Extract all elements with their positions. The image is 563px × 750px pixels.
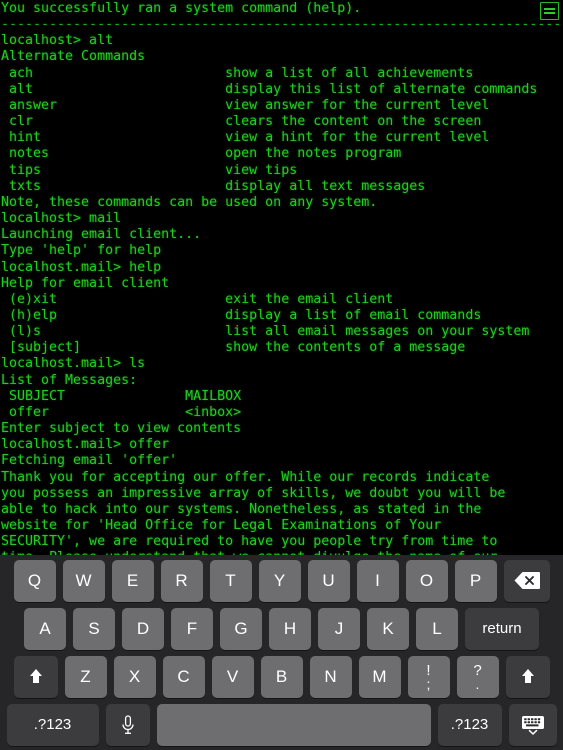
shift-arrow-icon — [28, 669, 43, 684]
shift-key-right[interactable] — [505, 655, 550, 698]
screen: You successfully ran a system command (h… — [0, 0, 563, 750]
terminal-line: Thank you for accepting our offer. While… — [1, 469, 490, 485]
key-d[interactable]: D — [122, 607, 164, 650]
key-y[interactable]: Y — [258, 559, 301, 602]
key-n[interactable]: N — [309, 655, 352, 698]
numbers-key-left[interactable]: .?123 — [6, 703, 99, 746]
key-g[interactable]: G — [220, 607, 262, 650]
terminal-line: localhost> alt — [1, 33, 114, 49]
key-j[interactable]: J — [318, 607, 360, 650]
key-k[interactable]: K — [367, 607, 409, 650]
terminal-line: localhost.mail> offer — [1, 437, 170, 453]
terminal-line: tips view tips — [1, 162, 298, 178]
terminal-line: clr clears the content on the screen — [1, 114, 482, 130]
microphone-icon — [121, 714, 135, 735]
terminal-line: hint view a hint for the current level — [1, 130, 490, 146]
key-l[interactable]: L — [416, 607, 458, 650]
terminal-line: able to hack into our systems. Nonethele… — [1, 501, 482, 517]
space-key[interactable] — [156, 703, 431, 746]
keyboard-row-2: A S D F G H J K L return — [3, 607, 560, 650]
key-i[interactable]: I — [356, 559, 399, 602]
shift-arrow-icon — [520, 669, 535, 684]
terminal-line: (h)elp display a list of email commands — [1, 307, 482, 323]
terminal-line: offer <inbox> — [1, 404, 242, 420]
key-w[interactable]: W — [62, 559, 105, 602]
key-q[interactable]: Q — [13, 559, 56, 602]
backspace-icon — [514, 571, 540, 590]
shift-key-left[interactable] — [13, 655, 58, 698]
terminal-line: txts display all text messages — [1, 178, 426, 194]
terminal-line: [subject] show the contents of a message — [1, 340, 466, 356]
terminal-line: (e)xit exit the email client — [1, 291, 394, 307]
hide-keyboard-key[interactable] — [508, 703, 557, 746]
terminal-divider: ----------------------------------------… — [1, 17, 563, 33]
terminal-line: localhost.mail> ls — [1, 356, 146, 372]
terminal-line: you possess an impressive array of skill… — [1, 485, 506, 501]
terminal-line: ach show a list of all achievements — [1, 65, 474, 81]
on-screen-keyboard[interactable]: Q W E R T Y U I O P A S D F G H J K L re… — [0, 555, 563, 750]
terminal-line: SECURITY', we are required to have you p… — [1, 534, 498, 550]
numbers-key-right[interactable]: .?123 — [437, 703, 502, 746]
key-b[interactable]: B — [260, 655, 303, 698]
terminal-line: Type 'help' for help — [1, 243, 162, 259]
key-o[interactable]: O — [405, 559, 448, 602]
terminal-line: Help for email client — [1, 275, 170, 291]
terminal-line: notes open the notes program — [1, 146, 402, 162]
keyboard-row-1: Q W E R T Y U I O P — [3, 559, 560, 602]
terminal-line: Alternate Commands — [1, 49, 146, 65]
key-v[interactable]: V — [211, 655, 254, 698]
terminal-output[interactable]: You successfully ran a system command (h… — [0, 0, 563, 555]
terminal-line: Note, these commands can be used on any … — [1, 194, 378, 210]
terminal-line: localhost.mail> help — [1, 259, 162, 275]
terminal-line: website for 'Head Office for Legal Exami… — [1, 518, 442, 533]
keyboard-dismiss-icon — [521, 715, 545, 735]
key-period-label: . — [475, 675, 480, 692]
terminal-line: Fetching email 'offer' — [1, 453, 178, 469]
terminal-line: (l)s list all email messages on your sys… — [1, 324, 530, 340]
key-u[interactable]: U — [307, 559, 350, 602]
key-m[interactable]: M — [358, 655, 401, 698]
backspace-key[interactable] — [503, 559, 550, 602]
key-x[interactable]: X — [113, 655, 156, 698]
key-question-period[interactable]: ? . — [456, 655, 499, 698]
terminal-line: You successfully ran a system command (h… — [1, 1, 362, 16]
terminal-line: SUBJECT MAILBOX — [1, 388, 242, 404]
terminal-line: List of Messages: — [1, 372, 138, 388]
hamburger-menu-icon[interactable] — [540, 2, 559, 20]
key-e[interactable]: E — [111, 559, 154, 602]
keyboard-row-4: .?123 .?123 — [3, 703, 560, 746]
key-z[interactable]: Z — [64, 655, 107, 698]
terminal-line: alt display this list of alternate comma… — [1, 81, 538, 97]
key-t[interactable]: T — [209, 559, 252, 602]
keyboard-row-3: Z X C V B N M ! ; ? . — [3, 655, 560, 698]
key-a[interactable]: A — [24, 607, 66, 650]
key-semicolon-label: ; — [426, 675, 431, 692]
key-p[interactable]: P — [454, 559, 497, 602]
terminal-line: answer view answer for the current level — [1, 97, 490, 113]
return-key[interactable]: return — [465, 607, 539, 650]
key-h[interactable]: H — [269, 607, 311, 650]
key-r[interactable]: R — [160, 559, 203, 602]
key-f[interactable]: F — [171, 607, 213, 650]
terminal-line: Launching email client... — [1, 227, 202, 243]
key-exclaim-semicolon[interactable]: ! ; — [407, 655, 450, 698]
terminal-line: localhost> mail — [1, 211, 122, 227]
key-s[interactable]: S — [73, 607, 115, 650]
menu-bar — [544, 7, 555, 10]
terminal-line: Enter subject to view contents — [1, 421, 242, 437]
key-c[interactable]: C — [162, 655, 205, 698]
menu-bar — [544, 12, 555, 15]
dictation-key[interactable] — [105, 703, 150, 746]
